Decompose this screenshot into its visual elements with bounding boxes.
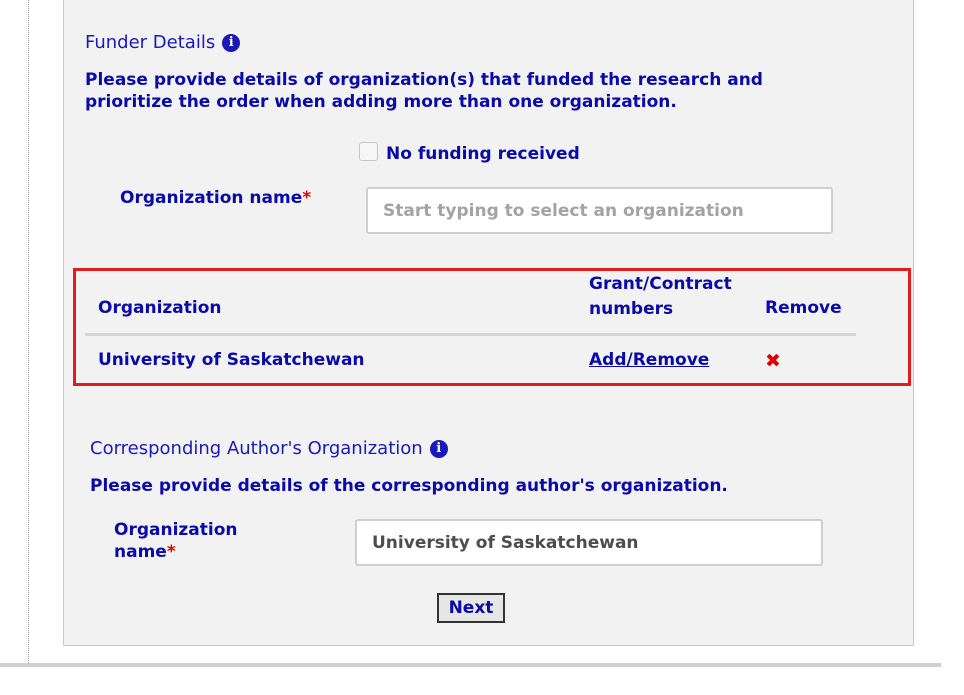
required-asterisk: * [166, 542, 176, 562]
corresponding-org-label: Organization name* [114, 519, 238, 563]
funder-instructions-line2: prioritize the order when adding more th… [85, 92, 677, 112]
info-icon[interactable]: i [222, 33, 241, 52]
th-organization: Organization [98, 298, 222, 318]
corresponding-org-label-line1: Organization [114, 520, 238, 540]
corresponding-org-input[interactable] [355, 519, 823, 566]
th-remove: Remove [765, 298, 842, 318]
funder-org-search-input[interactable] [366, 187, 833, 234]
row-organization-name: University of Saskatchewan [98, 350, 365, 370]
next-button[interactable]: Next [437, 593, 505, 623]
funder-details-title-text: Funder Details [85, 32, 216, 53]
funder-org-label: Organization name* [120, 187, 311, 209]
corresponding-org-label-line2-wrap: name* [114, 541, 238, 563]
add-remove-grant-link[interactable]: Add/Remove [589, 350, 709, 370]
no-funding-label[interactable]: No funding received [386, 143, 580, 165]
corresponding-org-title: Corresponding Author's Organization i [90, 438, 448, 459]
required-asterisk: * [302, 188, 312, 208]
left-guide-line [28, 0, 29, 665]
th-grant-numbers: Grant/Contract numbers [589, 272, 732, 322]
table-header-divider [85, 333, 856, 336]
th-grant-line2: numbers [589, 299, 674, 319]
corresponding-org-label-line2: name [114, 542, 167, 562]
funder-org-label-text: Organization name [120, 188, 303, 208]
corresponding-instructions: Please provide details of the correspond… [90, 476, 728, 496]
funder-instructions: Please provide details of organization(s… [85, 69, 763, 113]
th-grant-line1: Grant/Contract [589, 274, 732, 294]
no-funding-checkbox[interactable] [359, 142, 378, 161]
bottom-divider [0, 663, 941, 667]
corresponding-org-title-text: Corresponding Author's Organization [90, 438, 423, 459]
info-icon[interactable]: i [429, 439, 448, 458]
funder-details-title: Funder Details i [85, 32, 241, 53]
funder-instructions-line1: Please provide details of organization(s… [85, 70, 763, 90]
remove-organization-icon[interactable]: ✖ [765, 350, 781, 372]
